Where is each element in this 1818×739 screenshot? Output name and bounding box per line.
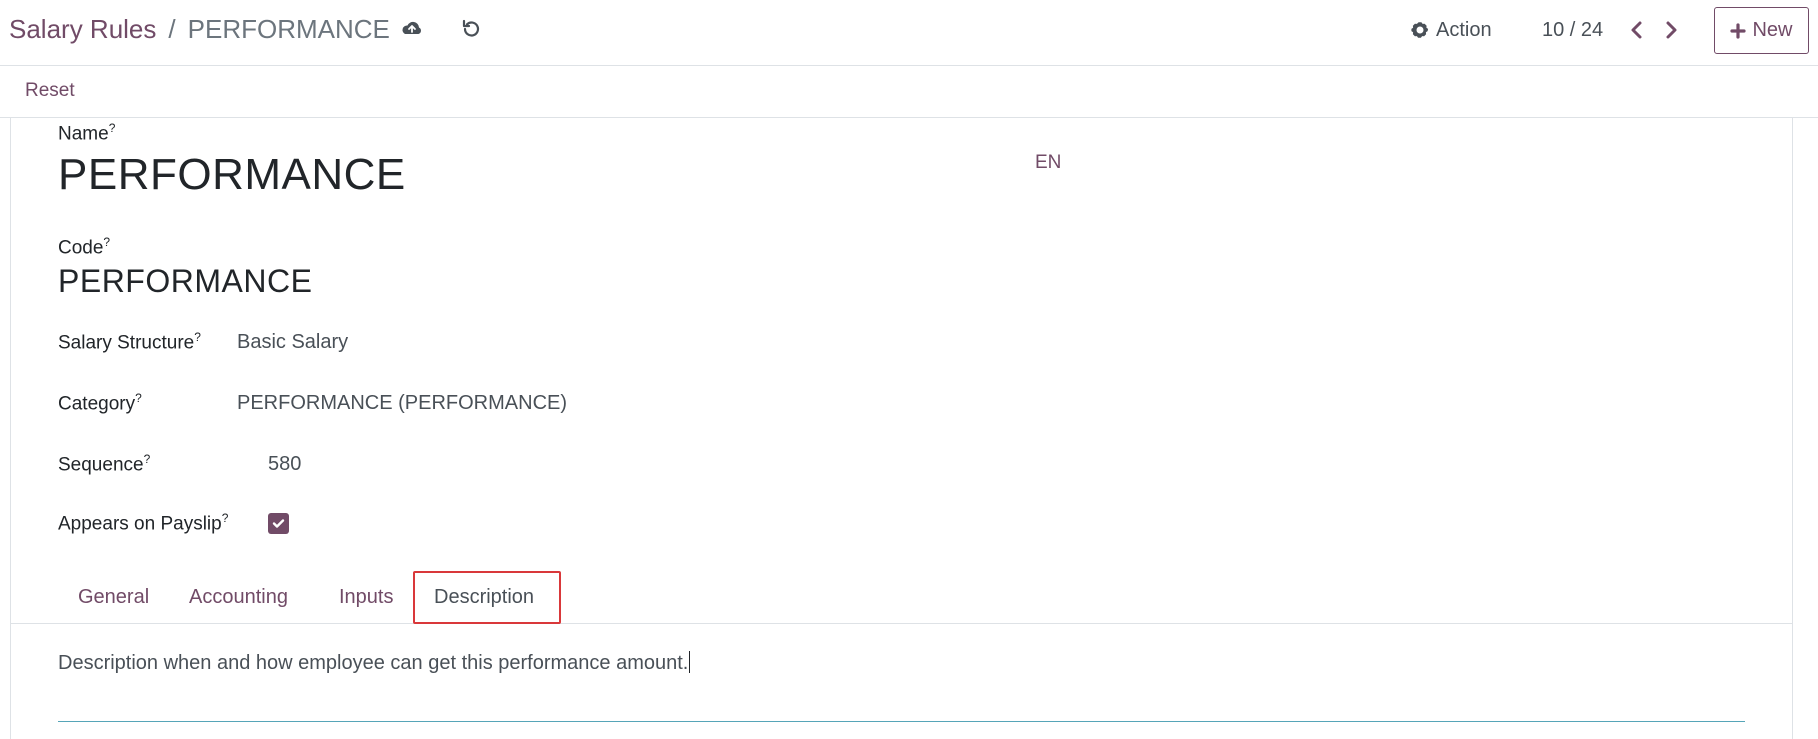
- discard-undo-icon[interactable]: [456, 14, 486, 44]
- appears-on-payslip-label: Appears on Payslip?: [58, 511, 229, 535]
- code-field[interactable]: PERFORMANCE: [58, 263, 312, 300]
- pager-previous-button[interactable]: [1625, 15, 1649, 45]
- plus-icon: [1730, 22, 1747, 39]
- sequence-help-tooltip[interactable]: ?: [144, 452, 151, 466]
- name-help-tooltip[interactable]: ?: [109, 121, 116, 135]
- action-label: Action: [1436, 18, 1492, 41]
- tab-description[interactable]: Description: [413, 571, 561, 624]
- breadcrumb-separator: /: [168, 14, 176, 44]
- payslip-help-tooltip[interactable]: ?: [222, 511, 229, 525]
- category-field[interactable]: PERFORMANCE (PERFORMANCE): [237, 392, 567, 415]
- translate-language-button[interactable]: EN: [1035, 152, 1061, 174]
- structure-help-tooltip[interactable]: ?: [194, 330, 201, 344]
- breadcrumb-salary-rules-link[interactable]: Salary Rules: [9, 13, 156, 45]
- sequence-label: Sequence?: [58, 452, 151, 476]
- tab-general[interactable]: General: [68, 571, 159, 624]
- sequence-field[interactable]: 580: [268, 453, 301, 476]
- breadcrumb: Salary Rules / PERFORMANCE: [9, 13, 390, 45]
- description-field-underline: [58, 721, 1745, 722]
- chevron-left-icon: [1631, 21, 1642, 39]
- breadcrumb-current-record: PERFORMANCE: [187, 14, 390, 44]
- gear-icon: [1411, 22, 1429, 38]
- description-field[interactable]: Description when and how employee can ge…: [58, 651, 691, 675]
- appears-on-payslip-checkbox[interactable]: [268, 513, 289, 534]
- new-label: New: [1752, 19, 1793, 41]
- text-cursor: [689, 651, 691, 673]
- action-menu-button[interactable]: Action: [1410, 15, 1492, 45]
- tab-accounting[interactable]: Accounting: [179, 571, 298, 624]
- tab-inputs[interactable]: Inputs: [329, 571, 403, 624]
- save-cloud-icon[interactable]: [397, 14, 427, 44]
- salary-structure-label: Salary Structure?: [58, 330, 201, 354]
- salary-structure-field[interactable]: Basic Salary: [237, 331, 348, 354]
- checkmark-icon: [272, 519, 285, 528]
- control-bar: Reset: [0, 66, 1818, 118]
- name-label: Name?: [58, 121, 116, 145]
- category-help-tooltip[interactable]: ?: [135, 391, 142, 405]
- reset-button[interactable]: Reset: [25, 80, 75, 102]
- chevron-right-icon: [1666, 21, 1677, 39]
- category-label: Category?: [58, 391, 142, 415]
- top-bar: Salary Rules / PERFORMANCE Action 10 / 2…: [0, 0, 1818, 66]
- code-help-tooltip[interactable]: ?: [103, 235, 110, 249]
- new-record-button[interactable]: New: [1714, 7, 1809, 54]
- code-label: Code?: [58, 235, 111, 259]
- notebook-tabs: General Accounting Inputs Description: [10, 571, 1793, 624]
- form-sheet: [10, 118, 1793, 739]
- name-field[interactable]: PERFORMANCE: [58, 150, 406, 200]
- pager-next-button[interactable]: [1659, 15, 1683, 45]
- pager-counter[interactable]: 10 / 24: [1542, 16, 1603, 44]
